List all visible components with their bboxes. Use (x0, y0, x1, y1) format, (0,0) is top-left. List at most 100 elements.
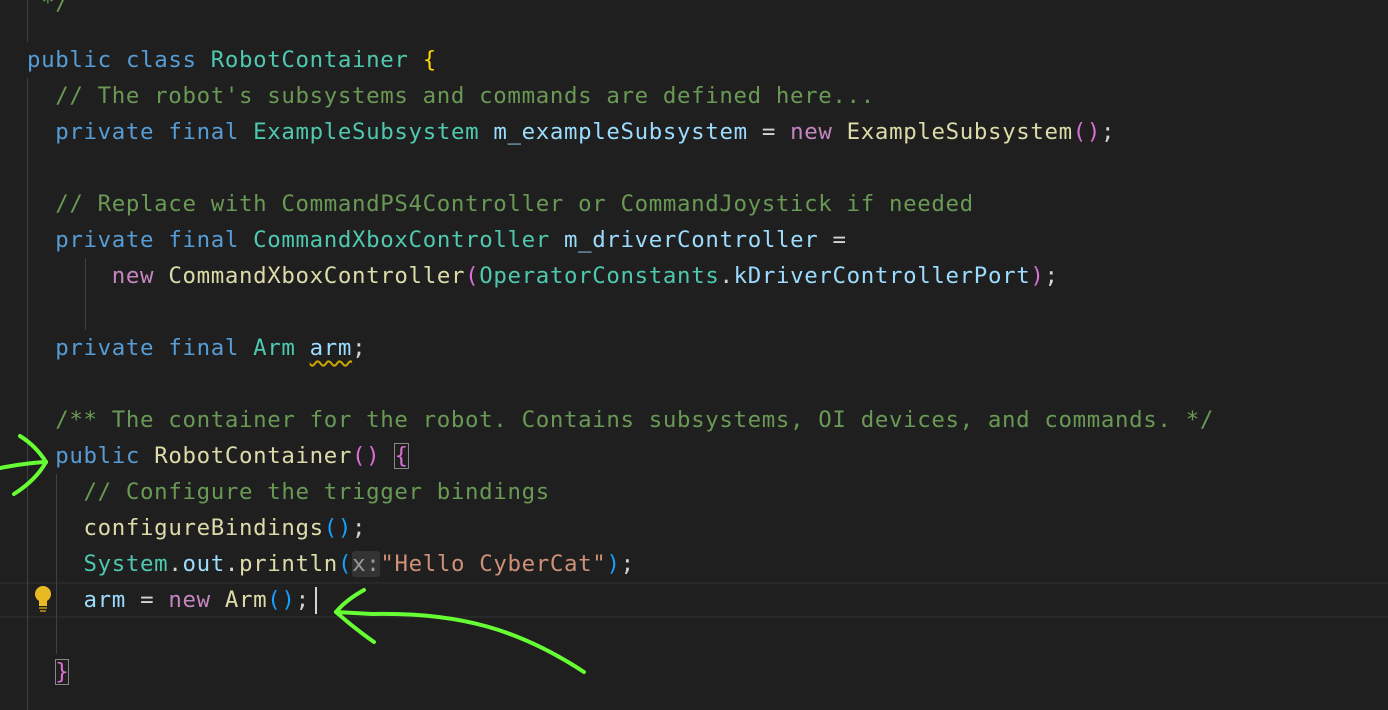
line-arm-field[interactable]: private final Arm arm; (27, 330, 366, 366)
line-arm-assign[interactable]: arm = new Arm(); (27, 582, 310, 618)
code-token: { (422, 47, 437, 73)
code-token: Arm (253, 335, 296, 361)
code-token: () (323, 515, 353, 541)
code-token: configureBindings (83, 515, 324, 541)
line-class-decl[interactable]: public class RobotContainer { (27, 42, 437, 78)
code-token: ExampleSubsystem (253, 119, 480, 145)
code-token: ; (352, 515, 367, 541)
code-token: . (168, 551, 183, 577)
line-close-brace[interactable]: } (27, 654, 70, 690)
code-token: "Hello CyberCat" (380, 551, 607, 577)
line-javadoc[interactable]: /** The container for the robot. Contain… (27, 402, 1214, 438)
code-token: m_exampleSubsystem (493, 119, 748, 145)
line-driver-controller[interactable]: private final CommandXboxController m_dr… (27, 222, 847, 258)
code-token: RobotContainer (210, 47, 409, 73)
code-token: ; (1044, 263, 1059, 289)
code-editor[interactable]: */ public class RobotContainer { // The r… (0, 0, 1388, 710)
line-configure-call[interactable]: configureBindings(); (27, 510, 366, 546)
code-token: () (1072, 119, 1102, 145)
code-token: CommandXboxController (168, 263, 466, 289)
code-token: ) (606, 551, 621, 577)
code-token: ( (465, 263, 480, 289)
code-token: ; (295, 587, 310, 613)
line-comment-end[interactable]: */ (27, 0, 69, 21)
line-example-subsystem[interactable]: private final ExampleSubsystem m_example… (27, 114, 1115, 150)
code-token: // Configure the trigger bindings (83, 479, 550, 505)
line-new-controller[interactable]: new CommandXboxController(OperatorConsta… (27, 258, 1059, 294)
code-token: CommandXboxController (253, 227, 550, 253)
line-println[interactable]: System.out.println(x:"Hello CyberCat"); (27, 546, 635, 582)
code-token: out (182, 551, 225, 577)
line-comment-subsystems[interactable]: // The robot's subsystems and commands a… (27, 78, 875, 114)
code-token: ; (620, 551, 635, 577)
code-token: kDriverControllerPort (733, 263, 1031, 289)
code-token: final (168, 335, 239, 361)
code-token: new (111, 263, 155, 289)
line-comment-configure[interactable]: // Configure the trigger bindings (27, 474, 550, 510)
code-token: class (125, 47, 197, 73)
code-token: private (55, 227, 155, 253)
code-token: arm (309, 335, 353, 361)
code-token: ; (1101, 119, 1116, 145)
code-token: . (719, 263, 734, 289)
code-token: final (168, 119, 239, 145)
code-token: private (55, 335, 155, 361)
code-token: m_driverController (564, 227, 819, 253)
code-token: ( (337, 551, 353, 577)
code-token: } (55, 659, 70, 685)
code-token: println (239, 551, 338, 577)
code-token: arm (83, 587, 126, 613)
lightbulb-icon[interactable] (32, 584, 54, 614)
code-token: private (55, 119, 155, 145)
code-token: public (55, 443, 141, 469)
code-token: = (818, 227, 847, 253)
code-token: { (394, 443, 409, 469)
text-cursor (315, 587, 317, 614)
code-token: () (352, 443, 381, 469)
code-token: Arm (224, 587, 268, 613)
code-token: // The robot's subsystems and commands a… (55, 83, 875, 109)
code-token: ; (352, 335, 367, 361)
code-token: new (790, 119, 833, 145)
code-token: ) (1030, 263, 1045, 289)
code-token: OperatorConstants (479, 263, 720, 289)
code-token: final (168, 227, 239, 253)
code-token: x: (352, 551, 381, 577)
code-token: // Replace with CommandPS4Controller or … (55, 191, 974, 217)
code-token: new (168, 587, 211, 613)
code-token: ExampleSubsystem (846, 119, 1073, 145)
code-token: public (27, 47, 112, 73)
code-token: System (83, 551, 169, 577)
line-comment-replace[interactable]: // Replace with CommandPS4Controller or … (27, 186, 974, 222)
code-token: */ (27, 0, 70, 16)
line-constructor[interactable]: public RobotContainer() { (27, 438, 409, 474)
code-token: /** The container for the robot. Contain… (55, 407, 1214, 433)
code-token: = (747, 119, 791, 145)
code-token: RobotContainer (154, 443, 353, 469)
